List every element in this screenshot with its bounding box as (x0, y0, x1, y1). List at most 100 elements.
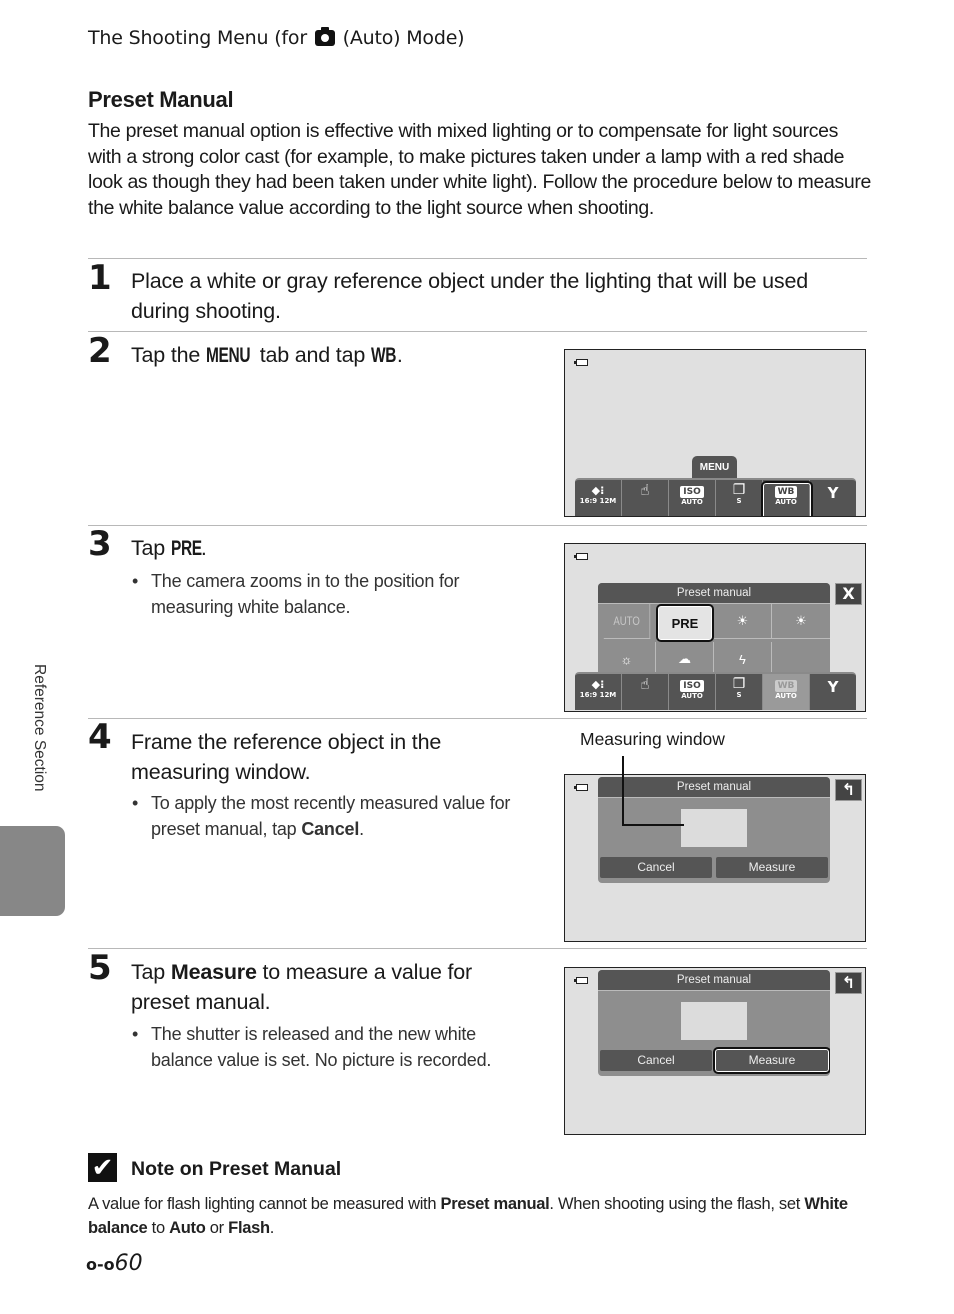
note-emphasis: Preset manual (440, 1195, 550, 1213)
note-text: . (269, 1219, 275, 1237)
divider (88, 258, 867, 259)
note-body: A value for flash lighting cannot be mea… (88, 1192, 878, 1240)
preset-manual-dialog: Preset manual Cancel Measure (598, 777, 830, 883)
image-mode-button[interactable]: ◆⁝ 16:9 12M (575, 480, 622, 516)
white-balance-dialog: Preset manual AUTO PRE ☀ ☀ ☼ ☁ ϟ (598, 583, 830, 677)
cancel-button[interactable]: Cancel (600, 857, 712, 878)
wb-options-grid: AUTO PRE ☀ ☀ ☼ ☁ ϟ (598, 604, 830, 677)
wb-glyph: WB (370, 343, 396, 367)
menu-tab[interactable]: MENU (692, 456, 737, 478)
bullet-dot: • (132, 793, 139, 813)
measure-button[interactable]: Measure (716, 857, 828, 878)
back-button[interactable]: ↰ (835, 972, 862, 994)
continuous-button[interactable]: ❐ S (716, 480, 763, 516)
iso-button[interactable]: ISO AUTO (669, 674, 716, 710)
dialog-title: Preset manual (598, 970, 830, 991)
measuring-window (681, 809, 747, 847)
note-emphasis: Flash (228, 1219, 270, 1237)
side-section-label: Reference Section (31, 664, 48, 792)
section-thumb-tab (0, 826, 65, 916)
measuring-window-callout: Measuring window (580, 729, 725, 749)
touch-shooting-button[interactable]: ☝ (622, 674, 669, 710)
continuous-value: S (736, 691, 742, 699)
dialog-title: Preset manual (598, 777, 830, 798)
checkmark-note-icon: ✔ (88, 1153, 117, 1183)
incandescent-option[interactable]: ☀ (772, 604, 830, 639)
daylight-icon: ☀ (736, 613, 749, 628)
dialog-buttons: Cancel Measure (600, 857, 828, 878)
bullet-text-part: . (359, 818, 364, 839)
incandescent-icon: ☀ (795, 613, 807, 628)
note-title: Note on Preset Manual (131, 1158, 342, 1180)
image-mode-icon: ◆⁝ (591, 484, 605, 497)
divider (88, 948, 867, 949)
step-number: 1 (88, 258, 112, 298)
continuous-button[interactable]: ❐ S (716, 674, 763, 710)
shooting-menubar: ◆⁝ 16:9 12M ☝ ISO AUTO ❐ S WB AUTO Y (575, 672, 856, 710)
note-emphasis: Auto (169, 1219, 206, 1237)
back-button[interactable]: ↰ (835, 779, 862, 801)
shooting-menubar: ◆⁝ 16:9 12M ☝ ISO AUTO ❐ S WB AUTO Y (575, 478, 856, 516)
setup-wrench-icon: Y (827, 678, 839, 696)
step-number: 2 (88, 331, 112, 371)
bullet-dot: • (132, 571, 139, 591)
note-text: to (151, 1219, 165, 1237)
daylight-option[interactable]: ☀ (714, 604, 772, 639)
cancel-button[interactable]: Cancel (600, 1050, 712, 1071)
selection-highlight (761, 481, 813, 516)
fluorescent-icon: ☼ (620, 651, 633, 667)
image-mode-button[interactable]: ◆⁝ 16:9 12M (575, 674, 622, 710)
continuous-value: S (736, 497, 742, 505)
step-1-text: Place a white or gray reference object u… (131, 269, 808, 323)
running-head-mode: (Auto) Mode) (342, 27, 465, 49)
continuous-icon: ❐ (732, 482, 746, 498)
continuous-icon: ❐ (732, 676, 746, 692)
image-mode-value: 16:9 12M (579, 691, 617, 699)
battery-icon (574, 977, 588, 984)
setup-button[interactable]: Y (810, 674, 856, 710)
step-number: 3 (88, 524, 112, 564)
camera-screen-step-5: Preset manual Cancel Measure ↰ (564, 967, 866, 1135)
close-button[interactable]: X (835, 583, 862, 605)
image-mode-value: 16:9 12M (579, 497, 617, 505)
setup-wrench-icon: Y (827, 484, 839, 502)
dialog-title: Preset manual (598, 583, 830, 604)
auto-wb-option[interactable]: AUTO (603, 604, 651, 639)
note-text: . When shooting using the flash, set (549, 1195, 801, 1213)
step-4-bullet: • To apply the most recently measured va… (132, 791, 532, 842)
iso-button[interactable]: ISO AUTO (669, 480, 716, 516)
bullet-dot: • (132, 1024, 139, 1044)
step-4-text: Frame the reference object in the measur… (131, 730, 442, 784)
iso-value: AUTO (681, 692, 703, 700)
white-balance-button[interactable]: WB AUTO (763, 674, 810, 710)
bullet-text: To apply the most recently measured valu… (132, 791, 532, 842)
iso-icon: ISO (680, 680, 704, 692)
white-balance-value: AUTO (775, 692, 797, 700)
divider (88, 718, 867, 719)
step-text-part: tab and tap (259, 343, 366, 367)
menu-glyph: MENU (205, 343, 251, 367)
measure-button[interactable]: Measure (713, 1047, 830, 1074)
battery-icon (574, 784, 588, 791)
touch-shooting-icon: ☝ (640, 675, 650, 693)
white-balance-icon: WB (774, 680, 798, 692)
cloudy-icon: ☁ (678, 651, 691, 666)
preset-manual-dialog: Preset manual Cancel Measure (598, 970, 830, 1076)
bullet-text: The shutter is released and the new whit… (151, 1024, 492, 1070)
step-5-bullet: • The shutter is released and the new wh… (132, 1022, 532, 1073)
setup-button[interactable]: Y (810, 480, 856, 516)
camera-screen-step-2: MENU ◆⁝ 16:9 12M ☝ ISO AUTO ❐ S WB AUTO Y (564, 349, 866, 517)
section-title: Preset Manual (88, 87, 234, 112)
camera-auto-icon (314, 27, 335, 46)
page-number-value: 60 (114, 1251, 143, 1276)
dialog-buttons: Cancel Measure (600, 1047, 830, 1074)
page-number: o-o60 (86, 1251, 143, 1276)
step-3-text: Tap PRE. (131, 533, 207, 563)
battery-icon (574, 553, 588, 560)
running-head-text: The Shooting Menu (for (88, 27, 307, 49)
touch-shooting-button[interactable]: ☝ (622, 480, 669, 516)
preset-manual-option[interactable]: PRE (656, 604, 714, 642)
reference-binocular-icon: o-o (86, 1255, 115, 1274)
measure-emphasis: Measure (170, 960, 257, 984)
note-text: A value for flash lighting cannot be mea… (88, 1195, 437, 1213)
